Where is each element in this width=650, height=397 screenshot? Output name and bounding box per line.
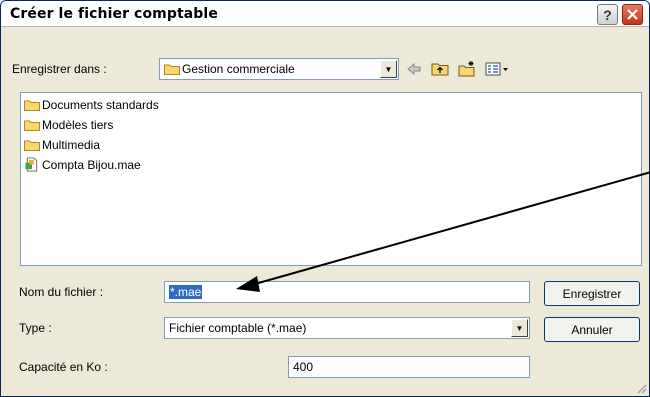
type-value: Fichier comptable (*.mae) <box>169 321 307 335</box>
close-icon <box>627 9 638 20</box>
list-item-label: Multimedia <box>42 137 101 152</box>
up-folder-button[interactable] <box>429 59 451 79</box>
new-folder-button[interactable] <box>456 59 478 79</box>
up-folder-icon <box>431 63 449 76</box>
window-title: Créer le fichier comptable <box>10 6 218 22</box>
list-item[interactable]: Documents standards <box>24 96 159 113</box>
chevron-down-icon[interactable]: ▼ <box>380 60 397 78</box>
chevron-down-icon[interactable]: ▼ <box>511 319 528 337</box>
back-button[interactable] <box>403 59 425 79</box>
folder-icon <box>24 100 40 111</box>
capacity-value: 400 <box>293 360 314 374</box>
save-in-label: Enregistrer dans : <box>12 62 107 76</box>
file-list[interactable]: Documents standards Modèles tiers Multim… <box>20 92 642 266</box>
folder-icon <box>24 120 40 131</box>
list-item-label: Documents standards <box>42 97 159 112</box>
type-select[interactable]: Fichier comptable (*.mae) ▼ <box>164 317 530 339</box>
view-menu-button[interactable] <box>483 59 511 79</box>
new-folder-icon <box>458 61 475 77</box>
save-button[interactable]: Enregistrer <box>544 281 640 306</box>
resize-grip-icon[interactable] <box>635 382 647 394</box>
capacity-field[interactable]: 400 <box>288 356 530 378</box>
cancel-button[interactable]: Annuler <box>544 317 640 342</box>
view-menu-icon <box>485 62 508 76</box>
type-label: Type : <box>19 321 52 335</box>
location-select[interactable]: Gestion commerciale ▼ <box>159 58 399 80</box>
help-button[interactable]: ? <box>597 4 618 25</box>
capacity-label: Capacité en Ko : <box>19 360 108 374</box>
filename-field[interactable]: *.mae <box>164 281 530 303</box>
file-icon <box>25 157 38 172</box>
close-button[interactable] <box>622 4 643 25</box>
filename-value: *.mae <box>169 285 203 299</box>
location-value: Gestion commerciale <box>182 62 295 76</box>
folder-icon <box>24 140 40 151</box>
list-item[interactable]: Multimedia <box>24 136 100 153</box>
list-item[interactable]: Compta Bijou.mae <box>24 156 141 173</box>
back-arrow-icon <box>407 62 421 76</box>
list-item-label: Compta Bijou.mae <box>42 157 141 172</box>
list-item-label: Modèles tiers <box>42 117 114 132</box>
filename-label: Nom du fichier : <box>19 285 104 299</box>
title-bar[interactable]: Créer le fichier comptable ? <box>1 1 649 27</box>
folder-icon <box>164 64 180 75</box>
list-item[interactable]: Modèles tiers <box>24 116 113 133</box>
save-dialog: Créer le fichier comptable ? Enregistrer… <box>0 0 650 397</box>
